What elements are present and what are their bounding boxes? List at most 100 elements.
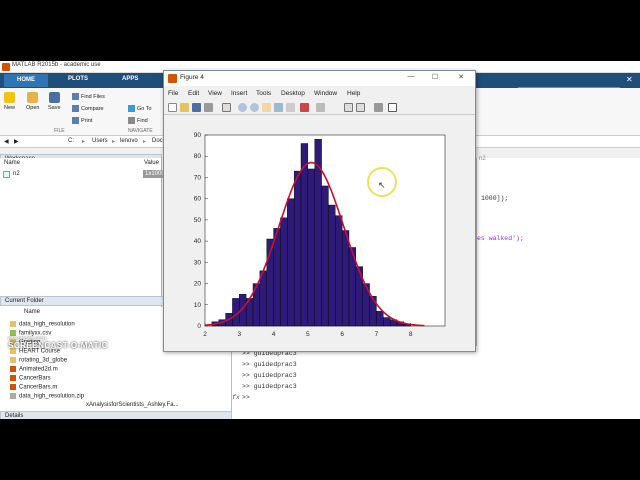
close-icon[interactable]: ✕ xyxy=(626,75,633,84)
colorbar-icon[interactable] xyxy=(344,103,353,112)
figure-titlebar[interactable]: Figure 4 — ☐ ✕ xyxy=(164,71,475,86)
goto-icon xyxy=(128,105,135,112)
menu-edit[interactable]: Edit xyxy=(188,90,199,97)
menu-tools[interactable]: Tools xyxy=(256,90,271,97)
command-line: >> guidedprac3 xyxy=(242,383,297,390)
workspace-col-value[interactable]: Value xyxy=(144,160,159,166)
data-cursor-icon[interactable] xyxy=(286,103,295,112)
item-label: data_high_resolution.zip xyxy=(19,393,85,400)
list-item[interactable]: CancerBars.m xyxy=(10,384,57,391)
m-file-icon xyxy=(10,375,16,381)
zoom-out-icon[interactable] xyxy=(250,103,259,112)
print-icon[interactable] xyxy=(204,103,213,112)
open-button[interactable]: Open xyxy=(26,92,39,111)
histogram-bar xyxy=(293,170,302,327)
goto-button[interactable]: Go To xyxy=(128,105,152,112)
histogram-bar xyxy=(307,168,315,327)
back-icon[interactable]: ◀ xyxy=(4,138,9,145)
find-files-button[interactable]: Find Files xyxy=(72,93,105,100)
y-tick-label: 30 xyxy=(194,259,202,266)
address-part-doc[interactable]: Doc xyxy=(152,138,163,144)
address-part-drive[interactable]: C: xyxy=(68,138,74,144)
window-title: MATLAB R2015b - academic use xyxy=(12,62,101,68)
histogram-chart[interactable]: 0 10 20 30 40 50 60 70 80 90 2 3 4 5 6 7 8 xyxy=(164,116,475,351)
rotate-icon[interactable] xyxy=(274,103,283,112)
menu-help[interactable]: Help xyxy=(347,90,360,97)
minimize-icon[interactable]: — xyxy=(402,73,420,80)
editor-tab[interactable]: n2 xyxy=(479,156,486,162)
pan-icon[interactable] xyxy=(262,103,271,112)
save-icon[interactable] xyxy=(192,103,201,112)
forward-icon[interactable]: ▶ xyxy=(14,138,19,145)
histogram-bar xyxy=(280,217,288,327)
histogram-bar xyxy=(328,204,336,327)
open-file-icon[interactable] xyxy=(180,103,189,112)
menu-desktop[interactable]: Desktop xyxy=(281,90,305,97)
menu-window[interactable]: Window xyxy=(314,90,337,97)
menu-view[interactable]: View xyxy=(208,90,222,97)
figure-menubar: File Edit View Insert Tools Desktop Wind… xyxy=(164,88,475,100)
print-button[interactable]: Print xyxy=(72,117,92,124)
navigate-group-label: NAVIGATE xyxy=(128,128,153,134)
item-label: xAnalysisforScientists_Ashley.Fa... xyxy=(86,402,179,408)
tab-apps[interactable]: APPS xyxy=(122,76,138,82)
folder-col-name[interactable]: Name xyxy=(24,309,40,315)
y-tick-label: 10 xyxy=(194,302,202,309)
command-line: >> guidedprac3 xyxy=(242,372,297,379)
command-prompt[interactable]: >> xyxy=(242,394,250,401)
find-files-icon xyxy=(72,93,79,100)
new-button[interactable]: New xyxy=(4,92,15,111)
x-tick-label: 2 xyxy=(203,331,207,338)
figure-window[interactable]: Figure 4 — ☐ ✕ File Edit View Insert Too… xyxy=(163,70,476,352)
code-line: 1000]); xyxy=(481,195,509,202)
list-item[interactable]: data_high_resolution xyxy=(10,321,75,328)
maximize-icon[interactable]: ☐ xyxy=(426,73,444,81)
list-item[interactable]: rotating_3d_globe xyxy=(10,357,67,364)
mouse-pointer-icon: ↖ xyxy=(378,180,386,190)
folder-icon xyxy=(10,357,16,363)
show-tools-icon[interactable] xyxy=(388,103,397,112)
link-icon[interactable] xyxy=(316,103,325,112)
folder-icon xyxy=(10,321,16,327)
find-button[interactable]: Find xyxy=(128,117,148,124)
brush-icon[interactable] xyxy=(300,103,309,112)
menu-file[interactable]: File xyxy=(168,90,178,97)
tab-home[interactable]: HOME xyxy=(4,74,48,87)
m-file-icon xyxy=(10,384,16,390)
menu-insert[interactable]: Insert xyxy=(231,90,247,97)
command-window[interactable]: >> guidedprac3 >> guidedprac3 >> guidedp… xyxy=(232,346,640,419)
save-button[interactable]: Save xyxy=(48,92,61,111)
item-label: CancerBars.m xyxy=(19,384,58,391)
editor-panel[interactable]: n2 1000]); es walked'); xyxy=(476,156,640,346)
address-part-lenovo[interactable]: lenovo xyxy=(120,138,138,144)
matrix-icon xyxy=(3,171,10,178)
list-item[interactable]: Animated2d.m xyxy=(10,366,58,373)
item-label: Animated2d.m xyxy=(19,366,58,373)
hide-tools-icon[interactable] xyxy=(374,103,383,112)
separator-icon: ▸ xyxy=(143,139,147,145)
histogram-bar xyxy=(376,310,384,327)
pointer-icon[interactable] xyxy=(222,103,231,112)
new-figure-icon[interactable] xyxy=(168,103,177,112)
new-label: New xyxy=(4,105,16,111)
zoom-in-icon[interactable] xyxy=(238,103,247,112)
y-tick-label: 0 xyxy=(197,323,201,330)
workspace-row[interactable]: n2 1x1000 xyxy=(0,170,167,180)
file-group-label: FILE xyxy=(54,128,65,134)
address-part-users[interactable]: Users xyxy=(92,138,108,144)
y-tick-label: 20 xyxy=(194,281,202,288)
details-header[interactable]: Details xyxy=(0,411,232,419)
tab-plots[interactable]: PLOTS xyxy=(68,76,88,82)
workspace-col-name[interactable]: Name xyxy=(4,160,20,166)
y-tick-label: 60 xyxy=(194,196,202,203)
compare-label: Compare xyxy=(81,105,104,112)
list-item[interactable]: CancerBars xyxy=(10,375,51,382)
goto-label: Go To xyxy=(137,105,152,112)
list-item[interactable]: xAnalysisforScientists_Ashley.Fa... xyxy=(86,402,179,408)
close-icon[interactable]: ✕ xyxy=(452,73,470,81)
list-item[interactable]: data_high_resolution.zip xyxy=(10,393,84,400)
legend-icon[interactable] xyxy=(356,103,365,112)
compare-button[interactable]: Compare xyxy=(72,105,104,112)
open-label: Open xyxy=(26,105,40,111)
fx-icon: fx xyxy=(232,394,240,401)
